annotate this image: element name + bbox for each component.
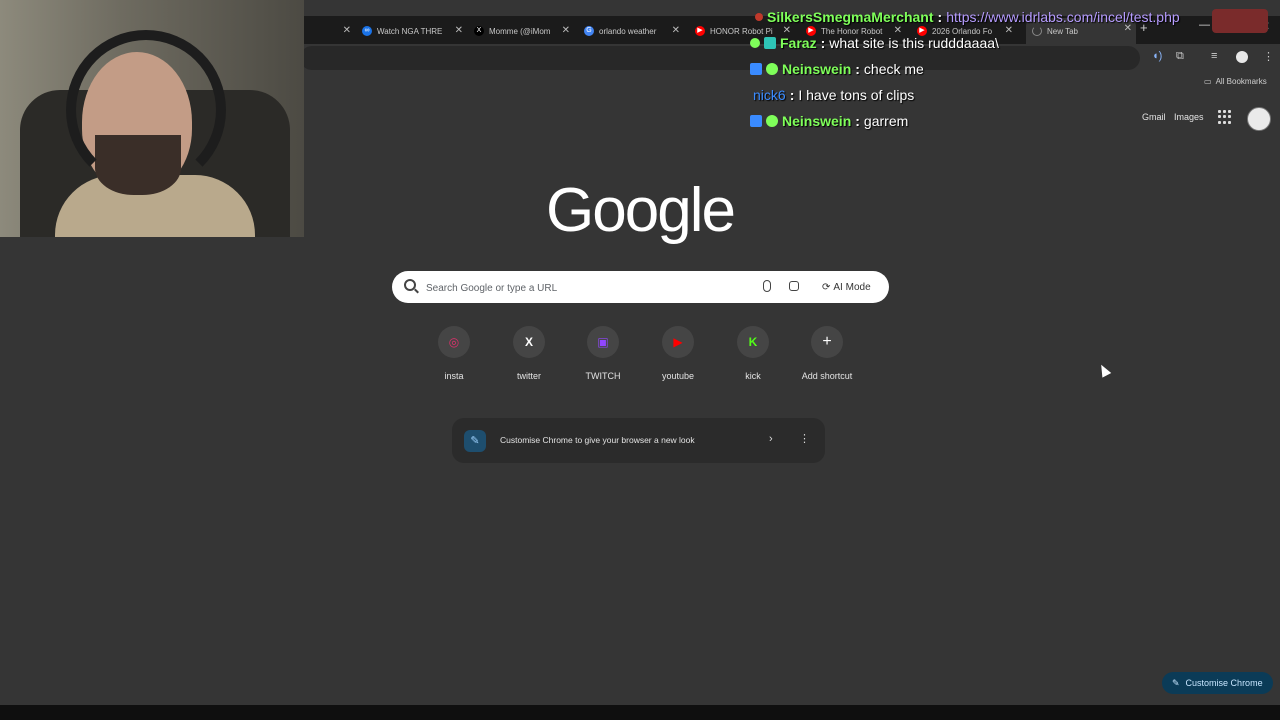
chat-text: https://www.idrlabs.com/incel/test.php: [946, 9, 1180, 25]
youtube-icon: ▶: [662, 326, 694, 358]
tab-favicon-icon: ∞: [362, 26, 372, 36]
avatar[interactable]: [1247, 107, 1271, 131]
mouse-cursor: [1096, 362, 1112, 378]
microphone-icon[interactable]: [763, 280, 771, 292]
ai-search-icon: ⟳: [822, 281, 831, 293]
all-bookmarks[interactable]: ▭ All Bookmarks: [1204, 77, 1267, 86]
customise-chrome-label: Customise Chrome: [1185, 678, 1263, 688]
youtube-icon: ▶: [695, 26, 705, 36]
tab-1[interactable]: X Momme (@iMom ✕: [474, 20, 574, 42]
shortcut-youtube[interactable]: ▶ youtube: [641, 326, 715, 381]
tab-label: New Tab: [1047, 26, 1078, 36]
more-options-icon[interactable]: ⋮: [799, 432, 810, 445]
shortcut-label: Add shortcut: [801, 371, 853, 381]
badge-icon: [750, 38, 760, 48]
images-link[interactable]: Images: [1174, 112, 1204, 122]
chat-separator: :: [855, 61, 860, 77]
search-box[interactable]: ⟳ AI Mode: [392, 271, 889, 303]
shortcut-insta[interactable]: ◎ insta: [417, 326, 491, 381]
shortcut-label: youtube: [661, 371, 695, 381]
all-bookmarks-label: All Bookmarks: [1215, 77, 1267, 86]
shortcut-label: twitter: [516, 371, 541, 381]
twitch-icon: ▣: [587, 326, 619, 358]
gmail-link[interactable]: Gmail: [1142, 112, 1166, 122]
badge-icon: [764, 37, 776, 49]
chat-username: nick6: [753, 87, 786, 103]
x-icon: X: [513, 326, 545, 358]
chat-username: Faraz: [780, 35, 817, 51]
search-icon: [404, 279, 416, 291]
lens-icon[interactable]: [789, 281, 799, 291]
close-icon[interactable]: ✕: [455, 25, 463, 36]
palette-icon: ✎: [464, 430, 486, 452]
chat-username: Neinswein: [782, 113, 852, 129]
close-icon[interactable]: ✕: [1005, 25, 1013, 36]
chat-message: nick6 : I have tons of clips: [753, 87, 914, 103]
shortcut-kick[interactable]: K kick: [716, 326, 790, 381]
chat-text: garrem: [863, 113, 909, 129]
badge-icon: [750, 115, 762, 127]
tab-partial[interactable]: ✕: [305, 20, 355, 42]
google-icon: G: [584, 26, 594, 36]
menu-icon[interactable]: ⋮: [1263, 50, 1274, 63]
shortcut-label: kick: [745, 371, 761, 381]
pencil-icon: ✎: [1172, 677, 1180, 688]
headset-icon: [66, 30, 226, 190]
loading-icon: [1032, 26, 1042, 36]
shortcut-twitch[interactable]: ▣ TWITCH: [566, 326, 640, 381]
tab-label: Momme (@iMom: [489, 26, 551, 36]
reading-list-icon[interactable]: ≡: [1211, 50, 1217, 62]
badge-icon: [750, 63, 762, 75]
chat-separator: :: [820, 35, 826, 51]
chat-text: what site is this rudddaaaa\: [829, 35, 999, 51]
apps-grid-icon[interactable]: [1218, 110, 1232, 124]
chat-text: I have tons of clips: [798, 87, 915, 103]
shortcut-label: TWITCH: [585, 371, 621, 381]
chat-text: check me: [863, 61, 924, 77]
plus-icon: +: [811, 326, 843, 358]
customise-chrome-card[interactable]: ✎ Customise Chrome to give your browser …: [452, 418, 825, 463]
chevron-right-icon[interactable]: ›: [769, 433, 773, 445]
badge-icon: [766, 115, 778, 127]
profile-icon[interactable]: [1236, 51, 1248, 63]
chat-separator: :: [789, 87, 795, 103]
kick-icon: K: [737, 326, 769, 358]
chat-thumbnail: [1212, 9, 1268, 33]
tab-label: Watch NGA THRE: [377, 26, 443, 36]
instagram-icon: ◎: [438, 326, 470, 358]
chat-separator: :: [937, 9, 943, 25]
badge-icon: [766, 63, 778, 75]
chat-message: SilkersSmegmaMerchant : https://www.idrl…: [755, 9, 1180, 25]
ai-mode-button[interactable]: ⟳ AI Mode: [814, 278, 879, 296]
search-input[interactable]: [424, 279, 728, 297]
close-icon[interactable]: ✕: [343, 25, 351, 36]
chat-message: Neinswein : check me: [750, 61, 924, 77]
media-icon[interactable]: ◖): [1152, 50, 1162, 62]
ai-mode-label: AI Mode: [833, 281, 871, 293]
tab-2[interactable]: G orlando weather ✕: [584, 20, 684, 42]
webcam-overlay: [0, 0, 304, 237]
chat-message: Faraz : what site is this rudddaaaa\: [750, 35, 999, 51]
close-icon[interactable]: ✕: [672, 25, 680, 36]
close-icon[interactable]: ✕: [562, 25, 570, 36]
badge-icon: [755, 13, 763, 21]
customise-chrome-button[interactable]: ✎ Customise Chrome: [1162, 672, 1273, 694]
shortcut-twitter[interactable]: X twitter: [492, 326, 566, 381]
shortcut-label: insta: [444, 371, 464, 381]
folder-icon: ▭: [1204, 77, 1212, 86]
tab-label: orlando weather: [599, 26, 657, 36]
chat-separator: :: [855, 113, 860, 129]
google-logo: Google: [546, 176, 736, 245]
x-icon: X: [474, 26, 484, 36]
minimize-icon[interactable]: —: [1199, 19, 1210, 31]
chat-username: Neinswein: [782, 61, 852, 77]
address-bar[interactable]: [300, 46, 1140, 70]
extensions-icon[interactable]: ⧉: [1176, 50, 1184, 63]
chat-message: Neinswein : garrem: [750, 113, 908, 129]
chat-username: SilkersSmegmaMerchant: [767, 9, 934, 25]
add-shortcut[interactable]: + Add shortcut: [790, 326, 864, 381]
customise-card-text: Customise Chrome to give your browser a …: [500, 435, 695, 445]
tab-0[interactable]: ∞ Watch NGA THRE ✕: [362, 20, 467, 42]
